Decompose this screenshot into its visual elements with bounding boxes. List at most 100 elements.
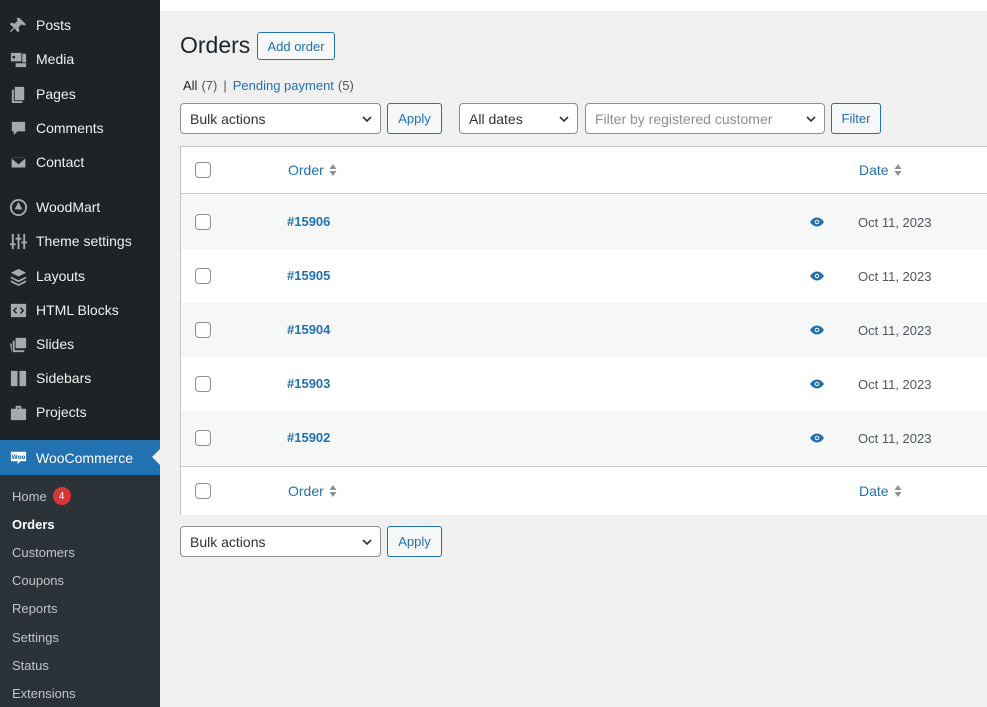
preview-eye-icon[interactable]	[809, 322, 825, 338]
submenu-item-status[interactable]: Status	[12, 655, 49, 675]
order-number-link[interactable]: #15905	[287, 268, 330, 283]
envelope-icon	[8, 152, 28, 172]
chevron-down-icon	[806, 116, 816, 123]
sidebar-item-label: Layouts	[36, 268, 86, 284]
apply-button[interactable]: Apply	[387, 103, 442, 134]
sidebar-item-html-blocks[interactable]: HTML Blocks	[0, 293, 160, 327]
layers-icon	[8, 266, 28, 286]
top-strip	[160, 0, 987, 11]
add-order-button[interactable]: Add order	[257, 32, 335, 60]
column-order-sort[interactable]: Order	[288, 483, 337, 499]
column-date-sort[interactable]: Date	[859, 162, 902, 178]
submenu-item-orders[interactable]: Orders	[12, 514, 55, 534]
apply-button-bottom[interactable]: Apply	[387, 526, 442, 557]
sidebar-item-label: Contact	[36, 154, 85, 170]
bulk-actions-select[interactable]: Bulk actions	[180, 103, 381, 134]
table-row[interactable]: #15902 Oct 11, 2023	[181, 411, 987, 465]
row-checkbox[interactable]	[195, 430, 211, 446]
order-date: Oct 11, 2023	[858, 377, 932, 392]
customer-filter-input[interactable]: Filter by registered customer	[585, 103, 825, 134]
sidebar-item-comments[interactable]: Comments	[0, 111, 160, 145]
row-checkbox[interactable]	[195, 214, 211, 230]
row-checkbox[interactable]	[195, 376, 211, 392]
column-date-sort[interactable]: Date	[859, 483, 902, 499]
bulk-actions-select-bottom[interactable]: Bulk actions	[180, 526, 381, 557]
pages-icon	[8, 84, 28, 104]
order-date: Oct 11, 2023	[858, 323, 932, 338]
view-pending-payment[interactable]: Pending payment	[233, 78, 334, 93]
view-filters: All (7) | Pending payment (5)	[183, 78, 354, 93]
filter-button[interactable]: Filter	[831, 103, 881, 134]
submenu-item-coupons[interactable]: Coupons	[12, 570, 64, 590]
order-number-link[interactable]: #15904	[287, 322, 330, 337]
submenu-item-reports[interactable]: Reports	[12, 598, 58, 618]
submenu-item-label: Orders	[12, 516, 55, 532]
sidebar-item-woodmart[interactable]: WoodMart	[0, 190, 160, 224]
order-number-link[interactable]: #15903	[287, 376, 330, 391]
table-footer: Order Date	[181, 466, 987, 515]
submenu-item-label: Customers	[12, 544, 75, 560]
sort-icon	[329, 164, 337, 176]
order-number-link[interactable]: #15902	[287, 430, 330, 445]
sort-icon	[894, 485, 902, 497]
table-row[interactable]: #15903 Oct 11, 2023	[181, 357, 987, 411]
admin-sidebar: Posts Media Pages Comments Contact WoodM…	[0, 0, 160, 707]
sidebar-item-media[interactable]: Media	[0, 42, 160, 76]
sidebar-item-woocommerce[interactable]: Woo WooCommerce	[0, 440, 160, 475]
sidebar-item-contact[interactable]: Contact	[0, 145, 160, 179]
column-order-sort[interactable]: Order	[288, 162, 337, 178]
submenu-item-label: Settings	[12, 629, 59, 645]
preview-eye-icon[interactable]	[809, 214, 825, 230]
sidebar-item-layouts[interactable]: Layouts	[0, 259, 160, 293]
table-row[interactable]: #15906 Oct 11, 2023	[181, 195, 987, 249]
chevron-down-icon	[362, 116, 372, 123]
media-icon	[8, 49, 28, 69]
sidebar-item-projects[interactable]: Projects	[0, 395, 160, 429]
row-checkbox[interactable]	[195, 322, 211, 338]
sidebar-item-theme-settings[interactable]: Theme settings	[0, 224, 160, 258]
submenu-item-customers[interactable]: Customers	[12, 542, 75, 562]
chevron-down-icon	[362, 539, 372, 546]
preview-eye-icon[interactable]	[809, 430, 825, 446]
sidebar-item-label: Posts	[36, 17, 72, 33]
submenu-item-label: Coupons	[12, 572, 65, 588]
submenu-item-home[interactable]: Home 4	[12, 486, 71, 506]
sidebar-item-slides[interactable]: Slides	[0, 327, 160, 361]
view-pending-count: (5)	[337, 78, 354, 93]
woo-icon: Woo	[8, 448, 28, 468]
sidebar-item-label: Theme settings	[36, 233, 132, 249]
briefcase-icon	[8, 402, 28, 422]
preview-eye-icon[interactable]	[809, 268, 825, 284]
sidebar-item-label: Comments	[36, 120, 104, 136]
chevron-down-icon	[559, 116, 569, 123]
row-checkbox[interactable]	[195, 268, 211, 284]
bulk-actions-value: Bulk actions	[190, 110, 266, 127]
select-all-checkbox[interactable]	[195, 162, 211, 178]
sort-icon	[329, 485, 337, 497]
sidebar-item-sidebars[interactable]: Sidebars	[0, 361, 160, 395]
table-header: Order Date	[181, 147, 987, 194]
order-date: Oct 11, 2023	[858, 215, 932, 230]
table-row[interactable]: #15905 Oct 11, 2023	[181, 249, 987, 303]
orders-table: Order Date #15906 Oct 11, 2023 #15905 Oc…	[180, 146, 987, 515]
select-all-checkbox[interactable]	[195, 483, 211, 499]
submenu-item-settings[interactable]: Settings	[12, 627, 59, 647]
order-date: Oct 11, 2023	[858, 269, 932, 284]
sidebar-item-label: WoodMart	[36, 199, 101, 215]
column-order-label: Order	[288, 162, 324, 178]
submenu-item-label: Home	[12, 488, 47, 504]
sidebar-item-label: HTML Blocks	[36, 302, 119, 318]
column-date-label: Date	[859, 483, 889, 499]
customer-filter-placeholder: Filter by registered customer	[595, 110, 773, 127]
preview-eye-icon[interactable]	[809, 376, 825, 392]
submenu-item-extensions[interactable]: Extensions	[12, 683, 76, 703]
svg-text:Woo: Woo	[11, 455, 25, 461]
dates-filter-select[interactable]: All dates	[459, 103, 578, 134]
table-row[interactable]: #15904 Oct 11, 2023	[181, 303, 987, 357]
sidebar-item-pages[interactable]: Pages	[0, 77, 160, 111]
view-all[interactable]: All	[183, 78, 197, 93]
dates-filter-value: All dates	[469, 110, 523, 127]
sidebar-item-label: Pages	[36, 86, 76, 102]
order-number-link[interactable]: #15906	[287, 214, 330, 229]
sidebar-item-posts[interactable]: Posts	[0, 8, 160, 42]
